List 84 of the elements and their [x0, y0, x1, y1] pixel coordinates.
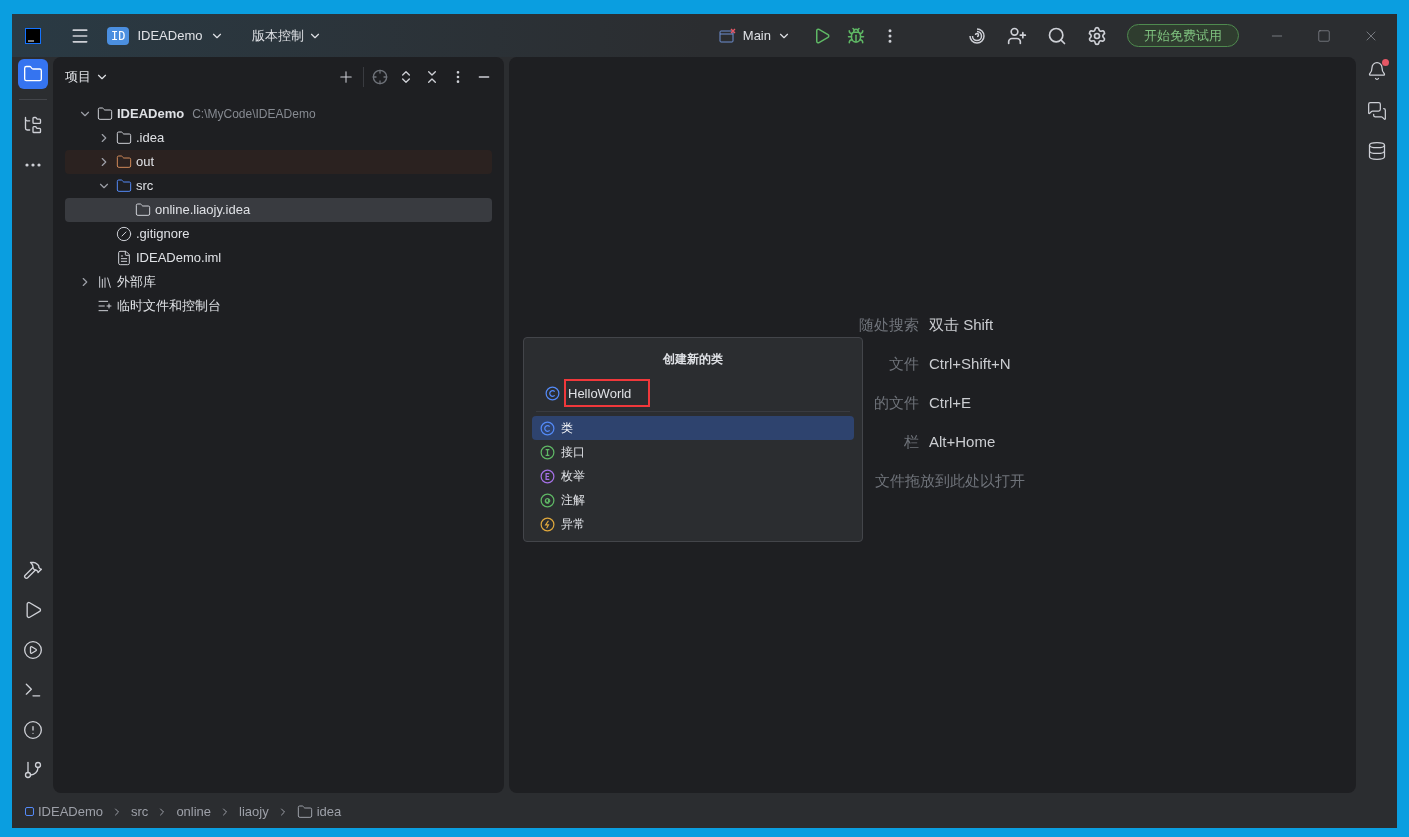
breadcrumb[interactable]: idea: [296, 801, 342, 822]
locate-icon[interactable]: [372, 69, 388, 85]
hint-label: 栏: [903, 431, 919, 452]
folder-icon: [116, 130, 132, 146]
kind-option[interactable]: 接口: [532, 440, 854, 464]
project-badge: ID: [107, 26, 130, 45]
folder-icon: [22, 64, 43, 84]
package-icon: [296, 803, 313, 820]
folder-icon: [116, 154, 132, 170]
tree-item-label: .idea: [136, 129, 165, 148]
structure-icon: [22, 115, 43, 135]
tree-item[interactable]: .idea: [65, 126, 492, 150]
hint-text: 文件拖放到此处以打开: [874, 471, 1025, 491]
tree-item[interactable]: 临时文件和控制台: [65, 294, 492, 318]
kind-option[interactable]: 枚举: [532, 464, 854, 488]
breadcrumb[interactable]: src: [131, 801, 149, 822]
shortcut-text: 双击 Shift: [929, 314, 994, 335]
dialog-title: 创建新的类: [662, 351, 724, 368]
tree-item-label: 外部库: [117, 273, 156, 292]
hint-label: 的文件: [873, 392, 919, 413]
add-icon[interactable]: [337, 68, 355, 86]
shortcut-text: Ctrl+Shift+N: [929, 353, 1011, 374]
bug-icon[interactable]: [847, 26, 865, 45]
tree-item[interactable]: IDEADemo C:\MyCode\IDEADemo: [65, 102, 492, 126]
tree-item-label: IDEADemo.iml: [136, 249, 222, 268]
kind-option[interactable]: 异常: [532, 512, 854, 536]
project-switcher[interactable]: ID IDEADemo: [107, 25, 225, 46]
annotation-icon: [540, 492, 555, 508]
library-icon: [97, 274, 113, 290]
tree-item[interactable]: IDEADemo.iml: [65, 246, 492, 270]
settings-icon[interactable]: [1087, 25, 1107, 46]
tree-item[interactable]: .gitignore: [65, 222, 492, 246]
class-icon: [540, 420, 555, 436]
tree-item[interactable]: 外部库: [65, 270, 492, 294]
tree-item-label: out: [136, 153, 155, 172]
swirl-icon[interactable]: [968, 26, 986, 45]
kind-option[interactable]: 类: [532, 416, 854, 440]
kind-option[interactable]: 注解: [532, 488, 854, 512]
breadcrumb[interactable]: liaojy: [239, 801, 269, 822]
tree-item[interactable]: online.liaojy.idea: [65, 198, 492, 222]
trial-button[interactable]: 开始免费试用: [1127, 24, 1239, 47]
breadcrumb[interactable]: IDEADemo: [25, 801, 104, 822]
folder-icon: [116, 178, 132, 194]
hint-label: 文件: [888, 353, 919, 374]
chat-button[interactable]: [1366, 101, 1387, 121]
problems-icon: [22, 720, 43, 740]
interface-icon: [540, 444, 555, 460]
search-icon[interactable]: [1047, 25, 1067, 46]
enum-icon: [540, 468, 555, 484]
tree-item-label: IDEADemo: [117, 105, 185, 124]
run-icon[interactable]: [813, 26, 831, 45]
module-icon: [25, 807, 34, 816]
tree-item-label: src: [136, 177, 154, 196]
exception-icon: [540, 516, 555, 532]
branch-icon: [22, 760, 43, 780]
project-path: C:\MyCode\IDEADemo: [192, 106, 316, 123]
more-icon: [24, 163, 41, 167]
breadcrumb[interactable]: online: [176, 801, 212, 822]
file-icon: [116, 250, 132, 266]
services-icon: [22, 640, 43, 660]
class-icon: [545, 385, 560, 401]
scratch-icon: [97, 298, 113, 314]
tree-item[interactable]: src: [65, 174, 492, 198]
class-name-input[interactable]: HelloWorld: [564, 379, 650, 407]
shortcut-text: Ctrl+E: [929, 392, 972, 413]
tree-item[interactable]: out: [65, 150, 492, 174]
tree-item-label: 临时文件和控制台: [117, 297, 221, 316]
hammer-icon: [22, 560, 43, 580]
app-logo[interactable]: [25, 27, 41, 44]
hint-label: 随处搜索: [858, 314, 919, 335]
database-button[interactable]: [1366, 141, 1387, 161]
add-user-icon[interactable]: [1007, 25, 1027, 46]
tree-item-label: .gitignore: [136, 225, 190, 244]
package-icon: [135, 202, 151, 218]
project-folder-icon: [97, 106, 113, 122]
panel-title[interactable]: 项目: [65, 67, 109, 87]
run-config-icon: [718, 27, 737, 44]
ignore-file-icon: [116, 226, 132, 242]
tree-item-label: online.liaojy.idea: [155, 201, 251, 220]
run-config-selector[interactable]: Main: [718, 25, 791, 46]
notifications-button[interactable]: [1366, 61, 1387, 81]
shortcut-text: Alt+Home: [929, 431, 996, 452]
folder-tool-button[interactable]: [17, 59, 48, 89]
vcs-menu[interactable]: 版本控制: [252, 25, 323, 46]
